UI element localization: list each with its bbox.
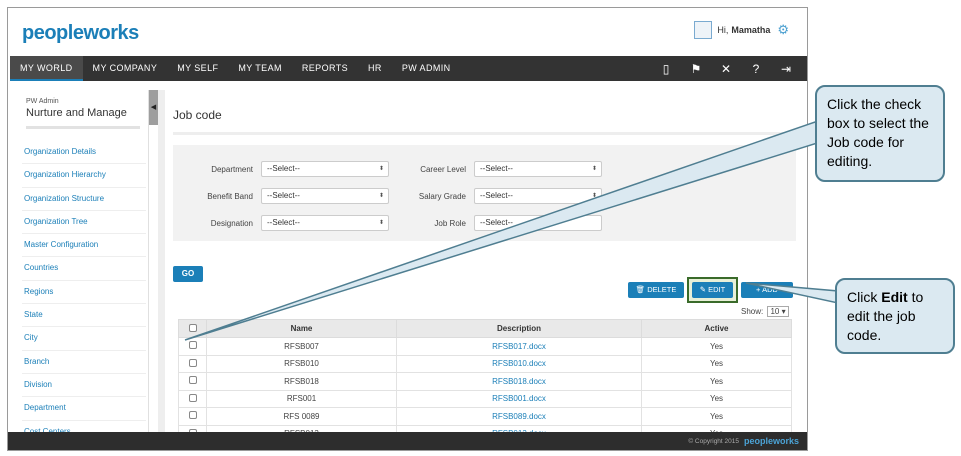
edit-callout-bold: Edit <box>881 289 908 305</box>
callout-pointers <box>184 121 839 341</box>
edit-callout: Click Edit to edit the job code. <box>835 278 955 354</box>
edit-callout-prefix: Click <box>847 289 882 305</box>
checkbox-callout-pointer <box>184 121 829 341</box>
edit-callout-pointer <box>745 282 839 304</box>
checkbox-callout: Click the check box to select the Job co… <box>815 85 945 182</box>
